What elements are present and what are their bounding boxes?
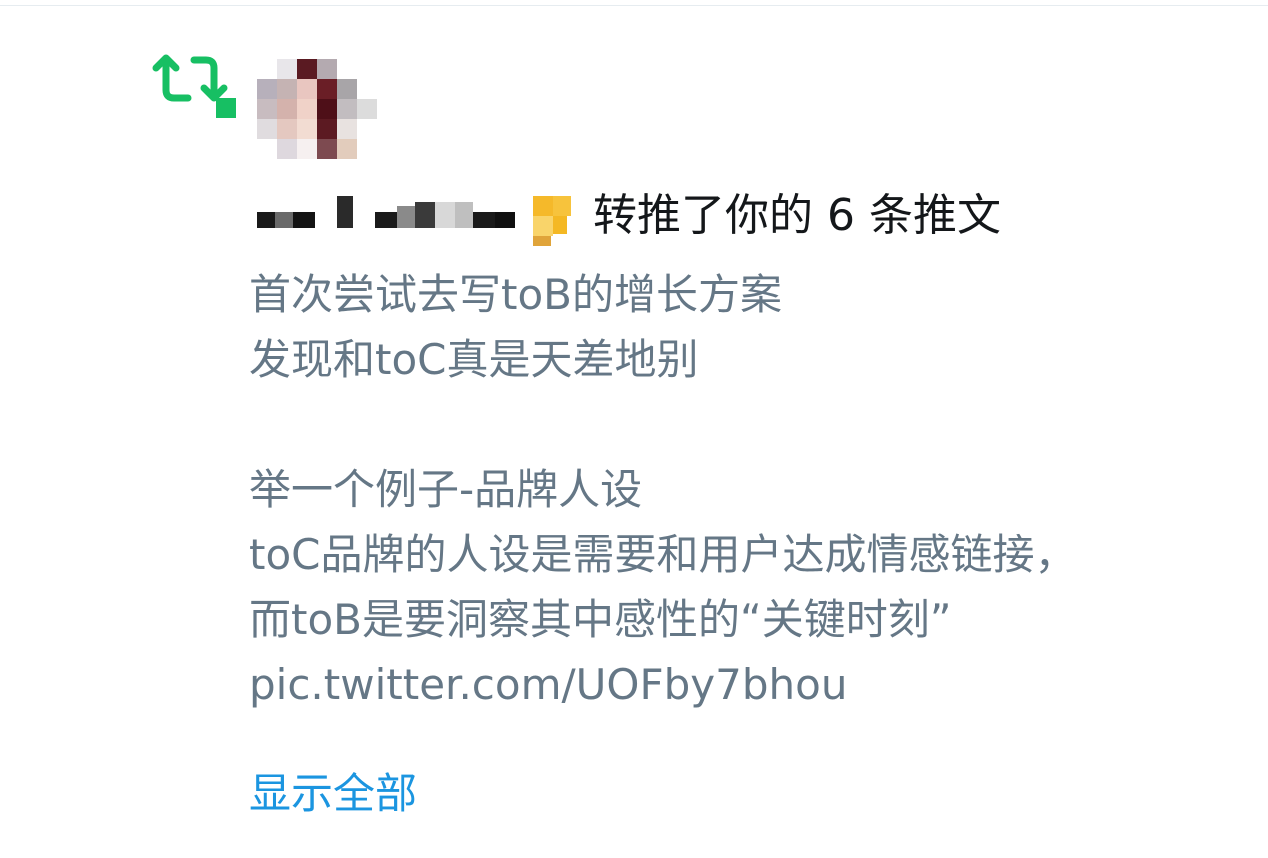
tweet-line: 首次尝试去写toB的增长方案 xyxy=(249,270,782,319)
name-redaction-block xyxy=(375,212,397,228)
tweet-line: 发现和toC真是天差地别 xyxy=(249,335,699,384)
avatar-pixel xyxy=(297,79,317,99)
avatar-pixel xyxy=(297,99,317,119)
avatar-pixel xyxy=(297,119,317,139)
tweet-line: 而toB是要洞察其中感性的“关键时刻” xyxy=(249,595,952,644)
avatar-pixel xyxy=(277,79,297,99)
avatar-pixel xyxy=(337,59,357,79)
avatar-pixel xyxy=(357,59,377,79)
avatar-pixel xyxy=(357,99,377,119)
tweet-media-link[interactable]: pic.twitter.com/UOFby7bhou xyxy=(249,652,1239,717)
avatar-pixel xyxy=(277,99,297,119)
tweet-text[interactable]: 首次尝试去写toB的增长方案 发现和toC真是天差地别 举一个例子-品牌人设 t… xyxy=(249,262,1239,717)
name-redaction-block xyxy=(415,202,435,228)
top-divider xyxy=(0,5,1268,6)
name-redaction-block xyxy=(495,212,515,228)
avatar-pixel xyxy=(297,139,317,159)
name-redaction-block xyxy=(293,212,315,228)
avatar-pixel xyxy=(277,119,297,139)
tweet-line: 举一个例子-品牌人设 xyxy=(249,465,643,514)
yellow-badge-icon xyxy=(553,196,571,216)
actor-name-redacted[interactable] xyxy=(257,196,577,246)
name-redaction-block xyxy=(435,202,455,228)
avatar-pixel xyxy=(317,139,337,159)
avatar-pixel xyxy=(257,139,277,159)
avatar-pixel xyxy=(257,59,277,79)
name-redaction-block xyxy=(275,212,293,228)
tweet-line: toC品牌的人设是需要和用户达成情感链接， xyxy=(249,530,1077,579)
name-redaction-block xyxy=(473,212,495,228)
avatar-pixel xyxy=(277,139,297,159)
yellow-badge-icon xyxy=(533,196,553,216)
avatar-pixel xyxy=(357,139,377,159)
name-redaction-block xyxy=(455,202,473,228)
avatar-pixel xyxy=(297,59,317,79)
avatar[interactable] xyxy=(257,59,377,159)
avatar-pixel xyxy=(317,59,337,79)
avatar-pixel xyxy=(317,99,337,119)
notice-action-text: 转推了你的 6 条推文 xyxy=(593,190,1001,241)
avatar-pixel xyxy=(277,59,297,79)
yellow-badge-icon xyxy=(533,236,551,246)
avatar-pixel xyxy=(337,139,357,159)
avatar-pixel xyxy=(357,79,377,99)
avatar-pixel xyxy=(337,99,357,119)
avatar-pixel xyxy=(317,79,337,99)
avatar-pixel xyxy=(337,79,357,99)
avatar-pixel xyxy=(357,119,377,139)
show-all-link[interactable]: 显示全部 xyxy=(249,764,417,824)
avatar-pixel xyxy=(257,119,277,139)
name-redaction-block xyxy=(397,206,415,228)
name-redaction-block xyxy=(337,196,353,228)
retweet-notice: 转推了你的 6 条推文 xyxy=(257,190,1237,246)
retweet-icon xyxy=(150,50,242,122)
yellow-badge-icon xyxy=(553,216,567,234)
yellow-badge-icon xyxy=(533,216,553,236)
avatar-pixel xyxy=(257,99,277,119)
avatar-pixel xyxy=(337,119,357,139)
avatar-pixel xyxy=(257,79,277,99)
avatar-pixel xyxy=(317,119,337,139)
name-redaction-block xyxy=(257,212,275,228)
